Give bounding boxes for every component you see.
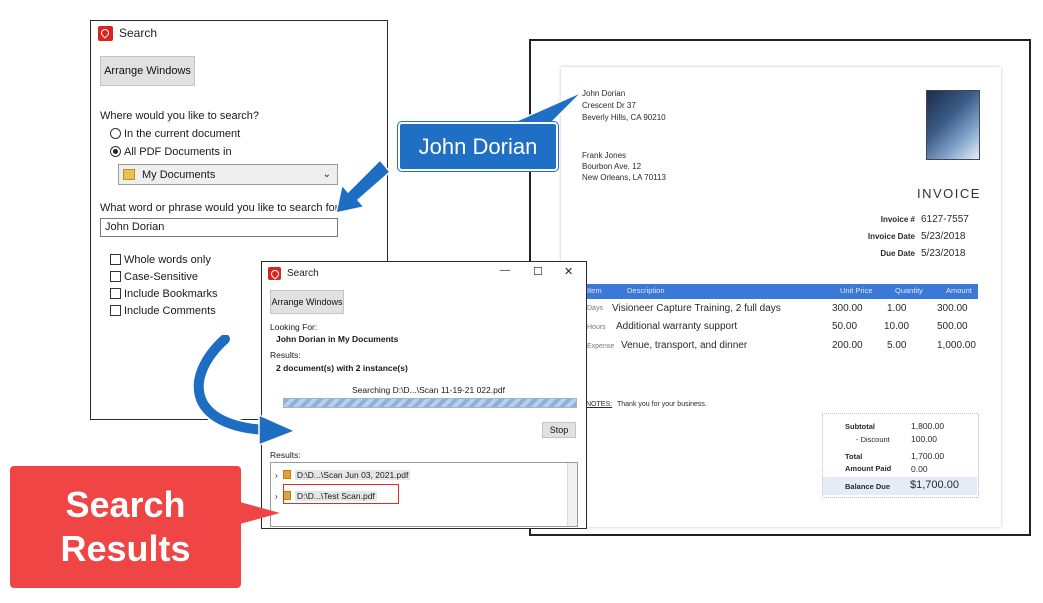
results-list: › D:\D...\Scan Jun 03, 2021.pdf › D:\D..… bbox=[270, 462, 578, 527]
row-2-price: 50.00 bbox=[832, 321, 858, 332]
radio-all-pdf-documents-label: All PDF Documents in bbox=[124, 146, 232, 158]
search-results-callout-line1: Search bbox=[65, 484, 186, 525]
discount-value: 100.00 bbox=[911, 434, 937, 444]
john-dorian-callout-text: John Dorian bbox=[418, 133, 538, 159]
checkbox-include-bookmarks-label: Include Bookmarks bbox=[124, 288, 218, 300]
pdf-file-icon bbox=[282, 470, 291, 479]
search-results-callout: Search Results bbox=[10, 466, 241, 588]
curved-arrow-to-results bbox=[191, 335, 297, 447]
balance-due-label: Balance Due bbox=[845, 482, 891, 491]
notes-text: Thank you for your business. bbox=[617, 401, 707, 408]
invoice-table-header: Item Description Unit Price Quantity Amo… bbox=[580, 284, 978, 299]
total-label: Total bbox=[845, 452, 863, 461]
row-1-item: Days bbox=[587, 305, 603, 312]
recipient-name: Frank Jones bbox=[582, 151, 627, 160]
arrange-windows-button[interactable]: Arrange Windows bbox=[100, 56, 195, 86]
recipient-city: New Orleans, LA 70113 bbox=[582, 173, 666, 182]
arrow-to-search-input bbox=[335, 158, 392, 214]
search-results-callout-pointer bbox=[236, 501, 280, 525]
balance-due-value: $1,700.00 bbox=[910, 479, 959, 491]
checkbox-whole-words[interactable] bbox=[110, 254, 121, 265]
invoice-logo-image bbox=[926, 90, 980, 160]
results-list-scrollbar[interactable] bbox=[567, 463, 577, 526]
search-results-titlebar: Search — ☐ ✕ bbox=[262, 262, 586, 284]
row-1-price: 300.00 bbox=[832, 303, 863, 314]
results-arrange-windows-button[interactable]: Arrange Windows bbox=[270, 290, 344, 314]
notes-label: NOTES: bbox=[586, 401, 613, 408]
col-unit-price: Unit Price bbox=[840, 286, 873, 295]
result-highlight-box bbox=[283, 484, 399, 504]
chevron-right-icon[interactable]: › bbox=[275, 470, 278, 480]
row-2-item: Hours bbox=[587, 324, 606, 331]
acrobat-icon bbox=[268, 266, 281, 280]
looking-for-label: Looking For: bbox=[270, 322, 318, 332]
subtotal-value: 1,800.00 bbox=[911, 421, 945, 431]
search-results-title: Search bbox=[287, 267, 319, 279]
close-button[interactable]: ✕ bbox=[564, 265, 573, 278]
minimize-button[interactable]: — bbox=[500, 265, 510, 276]
row-3-description: Venue, transport, and dinner bbox=[621, 340, 748, 351]
checkbox-include-bookmarks[interactable] bbox=[110, 288, 121, 299]
phrase-prompt: What word or phrase would you like to se… bbox=[100, 202, 345, 214]
invoice-title: INVOICE bbox=[917, 186, 981, 201]
location-select[interactable]: My Documents ⌄ bbox=[118, 164, 338, 185]
sender-city: Beverly Hills, CA 90210 bbox=[582, 113, 666, 122]
search-progress-bar bbox=[283, 398, 577, 408]
search-dialog-title: Search bbox=[119, 26, 158, 40]
row-2-description: Additional warranty support bbox=[616, 321, 738, 332]
radio-current-document-label: In the current document bbox=[124, 128, 241, 140]
checkbox-case-sensitive-label: Case-Sensitive bbox=[124, 271, 198, 283]
recipient-street: Bourbon Ave. 12 bbox=[582, 162, 642, 171]
total-value: 1,700.00 bbox=[911, 451, 945, 461]
invoice-date-value: 5/23/2018 bbox=[921, 231, 966, 242]
stop-button[interactable]: Stop bbox=[542, 422, 576, 438]
subtotal-label: Subtotal bbox=[845, 422, 875, 431]
invoice-number-value: 6127-7557 bbox=[921, 214, 969, 225]
amount-paid-value: 0.00 bbox=[911, 464, 928, 474]
folder-icon bbox=[123, 169, 135, 180]
discount-label: - Discount bbox=[856, 435, 890, 444]
sender-street: Crescent Dr 37 bbox=[582, 101, 636, 110]
row-3-item: Expense bbox=[587, 343, 615, 350]
due-date-value: 5/23/2018 bbox=[921, 248, 966, 259]
row-2-amount: 500.00 bbox=[937, 321, 968, 332]
search-phrase-input[interactable]: John Dorian bbox=[100, 218, 338, 237]
searching-status: Searching D:\D...\Scan 11-19-21 022.pdf bbox=[352, 385, 505, 395]
maximize-button[interactable]: ☐ bbox=[533, 265, 543, 278]
checkbox-case-sensitive[interactable] bbox=[110, 271, 121, 282]
due-date-label: Due Date bbox=[880, 249, 915, 258]
radio-all-pdf-documents[interactable] bbox=[110, 146, 121, 157]
checkbox-include-comments-label: Include Comments bbox=[124, 305, 216, 317]
row-1-qty: 1.00 bbox=[887, 303, 907, 314]
row-1-amount: 300.00 bbox=[937, 303, 968, 314]
search-results-dialog: Search — ☐ ✕ Arrange Windows Looking For… bbox=[261, 261, 587, 529]
search-progress-fill bbox=[284, 399, 576, 407]
row-3-price: 200.00 bbox=[832, 340, 863, 351]
location-select-value: My Documents bbox=[142, 168, 216, 181]
amount-paid-label: Amount Paid bbox=[845, 464, 892, 473]
invoice-number-label: Invoice # bbox=[880, 215, 915, 224]
col-item: Item bbox=[587, 286, 602, 295]
checkbox-whole-words-label: Whole words only bbox=[124, 254, 211, 266]
radio-current-document[interactable] bbox=[110, 128, 121, 139]
acrobat-icon bbox=[98, 25, 113, 41]
results-list-label: Results: bbox=[270, 450, 301, 460]
search-dialog-titlebar: Search bbox=[91, 21, 387, 45]
col-quantity: Quantity bbox=[895, 286, 923, 295]
row-1-description: Visioneer Capture Training, 2 full days bbox=[612, 303, 781, 314]
result-item-1: D:\D...\Scan Jun 03, 2021.pdf bbox=[294, 469, 411, 480]
search-results-callout-line2: Results bbox=[60, 528, 191, 569]
col-description: Description bbox=[627, 286, 665, 295]
checkbox-include-comments[interactable] bbox=[110, 305, 121, 316]
col-amount: Amount bbox=[946, 286, 972, 295]
where-prompt: Where would you like to search? bbox=[100, 110, 259, 122]
row-3-amount: 1,000.00 bbox=[937, 340, 976, 351]
list-item[interactable]: › D:\D...\Scan Jun 03, 2021.pdf bbox=[275, 468, 411, 481]
john-dorian-callout: John Dorian bbox=[398, 122, 558, 171]
row-2-qty: 10.00 bbox=[884, 321, 910, 332]
row-3-qty: 5.00 bbox=[887, 340, 907, 351]
invoice-date-label: Invoice Date bbox=[867, 232, 915, 241]
